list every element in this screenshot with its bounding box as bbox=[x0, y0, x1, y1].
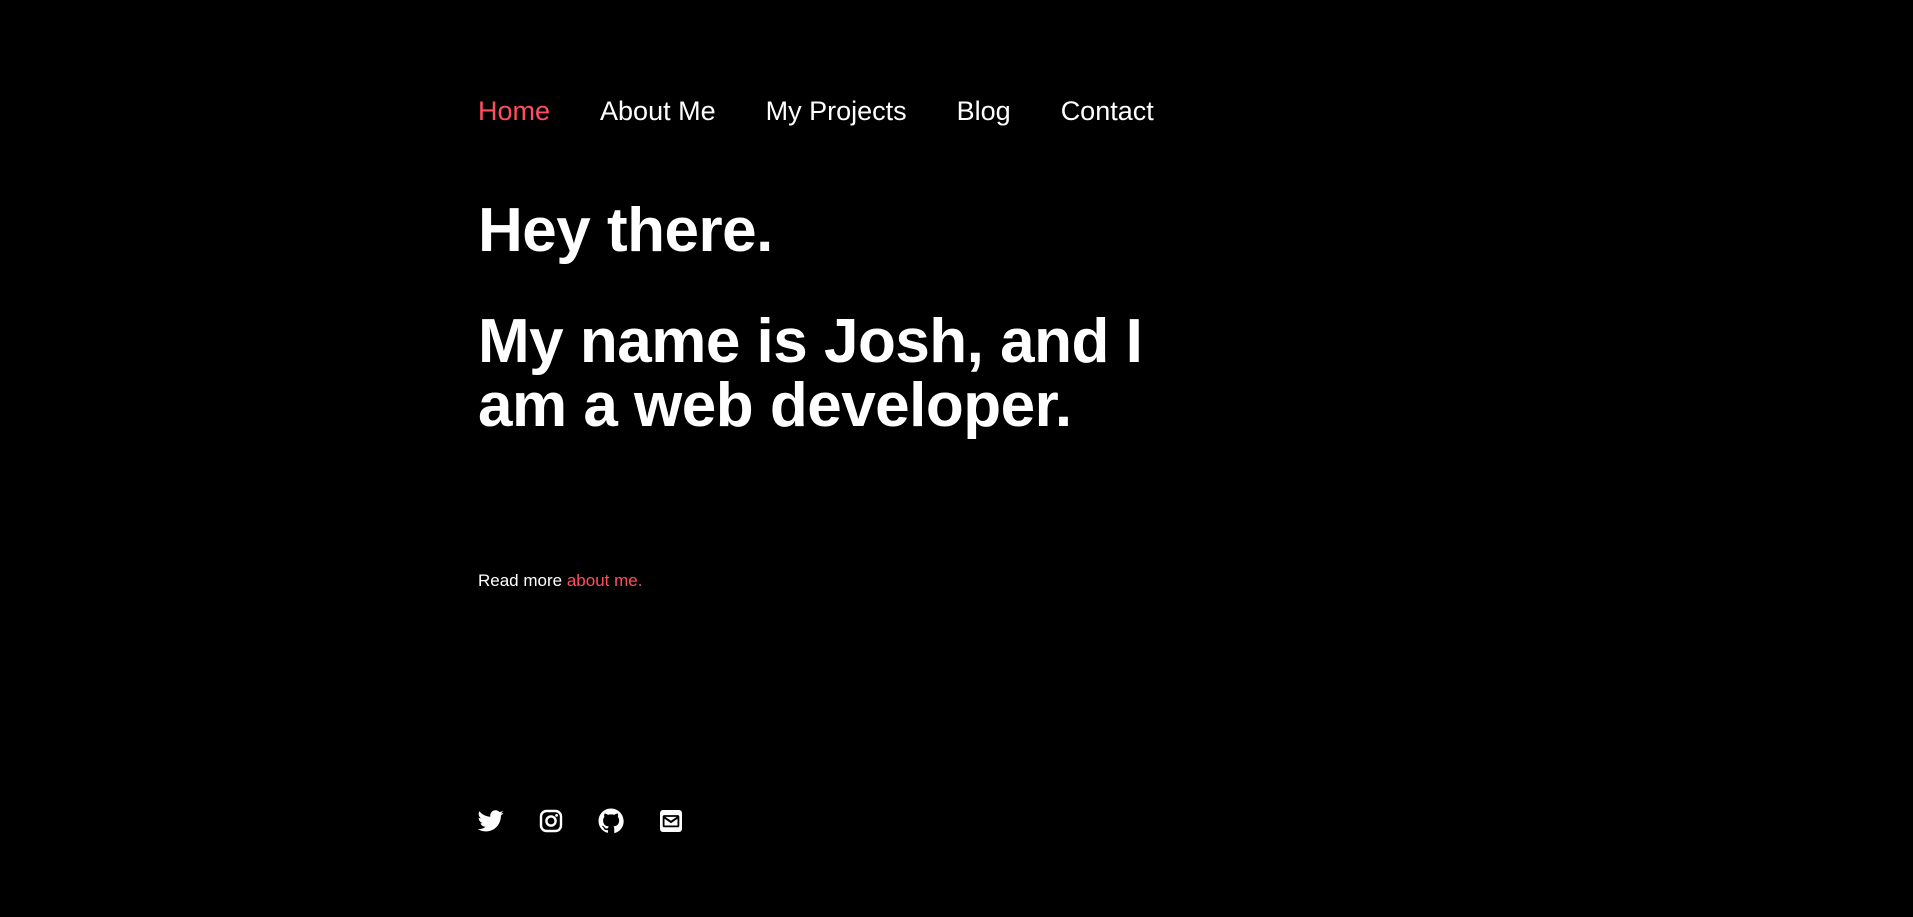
nav-my-projects-link[interactable]: My Projects bbox=[766, 98, 907, 125]
page-content: Home About Me My Projects Blog Contact H… bbox=[478, 0, 1278, 917]
email-icon[interactable] bbox=[658, 808, 684, 834]
social-links bbox=[478, 808, 684, 834]
read-more-text: Read more about me. bbox=[478, 571, 642, 591]
nav-about-me-link[interactable]: About Me bbox=[600, 98, 716, 125]
nav-blog-link[interactable]: Blog bbox=[957, 98, 1011, 125]
twitter-icon[interactable] bbox=[478, 808, 504, 834]
instagram-icon[interactable] bbox=[538, 808, 564, 834]
hero-intro: My name is Josh, and I am a web develope… bbox=[478, 307, 1143, 440]
nav-contact-link[interactable]: Contact bbox=[1061, 98, 1154, 125]
read-more-prefix: Read more bbox=[478, 571, 567, 590]
main-nav: Home About Me My Projects Blog Contact bbox=[478, 98, 1154, 125]
about-me-link[interactable]: about me. bbox=[567, 571, 643, 590]
hero-greeting: Hey there. bbox=[478, 196, 773, 265]
nav-home-link[interactable]: Home bbox=[478, 98, 550, 125]
github-icon[interactable] bbox=[598, 808, 624, 834]
